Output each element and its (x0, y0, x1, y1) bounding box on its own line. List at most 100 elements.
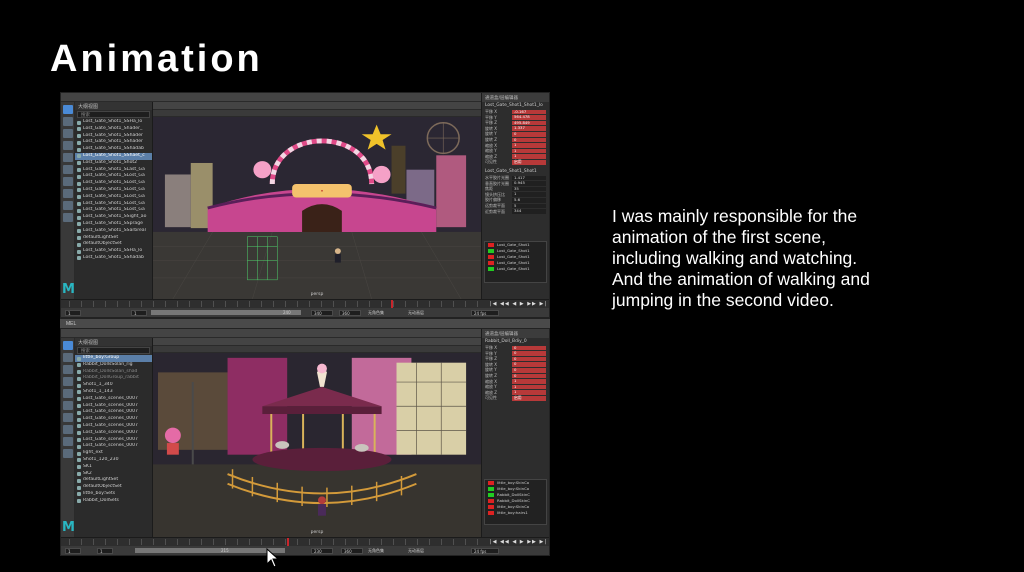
attribute-value[interactable]: 0 (512, 367, 546, 373)
outliner-item[interactable]: Shot1_120_230 (75, 457, 152, 464)
viewport-panel-bar[interactable] (153, 110, 481, 117)
outliner-item[interactable]: Shot1_1_340 (75, 382, 152, 389)
outliner-item[interactable]: Lost_Gate_Shot1_SLost_Ga (75, 187, 152, 194)
attribute-value[interactable]: 启用 (512, 395, 546, 401)
time-slider[interactable]: |◀ ◀◀ ◀ ▶ ▶▶ ▶| (61, 537, 549, 546)
outliner-item[interactable]: SK2 (75, 471, 152, 478)
fps-dropdown[interactable]: 24 fps (471, 309, 499, 316)
layer-color-swatch[interactable] (488, 493, 494, 497)
attribute-row[interactable]: 可见性 启用 (482, 159, 549, 165)
layout-single-icon[interactable] (63, 177, 73, 186)
outliner-item[interactable]: Lost_Gate_scenes_0007 (75, 403, 152, 410)
outliner-item[interactable]: Lost_Gate_scenes_0007 (75, 430, 152, 437)
paint-tool-icon[interactable] (63, 365, 73, 374)
outliner-item[interactable]: Lost_Gate_Shot1_SSHa_lo (75, 248, 152, 255)
attribute-value[interactable]: 0 (512, 356, 546, 362)
viewport-panel[interactable]: persp (153, 338, 481, 537)
menu-bar[interactable] (61, 93, 549, 102)
attribute-value[interactable]: 0 (512, 345, 546, 351)
outliner-item[interactable]: Lost_Gate_Shot1_Shot2 (75, 160, 152, 167)
outliner-item[interactable]: Lost_Gate_Shot1_SLost_Ga (75, 173, 152, 180)
outliner-item[interactable]: Lost_Gate_Shot1_SShadab (75, 255, 152, 262)
outliner-item[interactable]: Lost_Gate_Shot1_SShader (75, 139, 152, 146)
layout-single-icon[interactable] (63, 413, 73, 422)
attribute-value[interactable]: 0 (512, 351, 546, 356)
outliner-item[interactable]: Lost_Gate_scenes_0007 (75, 396, 152, 403)
layer-color-swatch[interactable] (488, 511, 494, 515)
animation-end-field[interactable]: 360 (341, 547, 363, 554)
outliner-item[interactable]: Lost_Gate_Shot1_SSprage (75, 221, 152, 228)
outliner-item[interactable]: Lost_Gate_scenes_0007 (75, 443, 152, 450)
outliner-item[interactable]: Lost_Gate_Shot1_SLost_Ga (75, 194, 152, 201)
channel-box-tabs[interactable]: 通道盒/层编辑器 (482, 329, 549, 338)
outliner-search-input[interactable]: 搜索 (77, 347, 150, 354)
outliner-item[interactable]: Lost_Gate_Shot1_SSarbreal (75, 228, 152, 235)
range-end-field[interactable]: 340 (311, 309, 333, 316)
anim-layer-label[interactable]: 无动画层 (406, 548, 438, 554)
outliner-item[interactable]: defaultLightSet (75, 235, 152, 242)
outliner-item[interactable]: defaultLightSet (75, 477, 152, 484)
range-start-field[interactable]: 1 (65, 547, 81, 554)
attribute-row[interactable]: 可见性 启用 (482, 395, 549, 401)
outliner-layout-icon[interactable] (63, 449, 73, 458)
playhead[interactable] (391, 300, 393, 308)
mel-command-line[interactable]: MEL (60, 318, 550, 328)
outliner-item[interactable]: Rabbit_DollsSolan_rig (75, 362, 152, 369)
attribute-value[interactable]: 0 (512, 373, 546, 379)
layer-color-swatch[interactable] (488, 481, 494, 485)
outliner-item[interactable]: Lost_Gate_Shot1_SLost_Ga (75, 180, 152, 187)
select-tool-icon[interactable] (63, 105, 73, 114)
move-tool-icon[interactable] (63, 377, 73, 386)
attribute-value[interactable]: 1 (512, 379, 546, 384)
scale-tool-icon[interactable] (63, 165, 73, 174)
attribute-value[interactable]: 0 (512, 131, 546, 137)
layer-color-swatch[interactable] (488, 505, 494, 509)
range-slider-bar[interactable] (135, 548, 285, 553)
fps-dropdown[interactable]: 24 fps (471, 547, 499, 554)
outliner-item[interactable]: light_ext (75, 450, 152, 457)
attribute-value[interactable]: 344 (512, 208, 546, 214)
layer-color-swatch[interactable] (488, 261, 494, 265)
outliner-item[interactable]: Rabbit_DollGroup_rabbit (75, 375, 152, 382)
outliner-item[interactable]: SK1 (75, 464, 152, 471)
lasso-tool-icon[interactable] (63, 117, 73, 126)
outliner-item[interactable]: Lost_Gate_Shot1_SShaet_c (75, 152, 152, 160)
animation-start-field[interactable]: 1 (97, 547, 113, 554)
outliner-item[interactable]: Rabbit_DollsSolan_shad (75, 369, 152, 376)
channel-box-tabs[interactable]: 通道盒/层编辑器 (482, 93, 549, 102)
move-tool-icon[interactable] (63, 141, 73, 150)
layer-color-swatch[interactable] (488, 499, 494, 503)
outliner-item[interactable]: Lost_Gate_Shot1_SShadab (75, 146, 152, 153)
select-tool-icon[interactable] (63, 341, 73, 350)
attribute-value[interactable]: 启用 (512, 159, 546, 165)
layout-four-icon[interactable] (63, 189, 73, 198)
viewport-panel[interactable]: · persp (153, 102, 481, 299)
layer-row[interactable]: little_boy:hairs1 (485, 510, 546, 516)
attribute-value[interactable]: 0 (512, 137, 546, 143)
outliner-item[interactable]: Lost_Gate_scenes_0007 (75, 409, 152, 416)
rotate-tool-icon[interactable] (63, 389, 73, 398)
character-set-label[interactable]: 无角色集 (366, 310, 398, 316)
anim-layer-label[interactable]: 无动画层 (406, 310, 438, 316)
outliner-item[interactable]: Shot1_1_143 (75, 389, 152, 396)
outliner-item[interactable]: Lost_Gate_scenes_0007 (75, 437, 152, 444)
range-end-field[interactable]: 230 (311, 547, 333, 554)
playback-controls[interactable]: |◀ ◀◀ ◀ ▶ ▶▶ ▶| (490, 539, 547, 545)
outliner-search-input[interactable]: 搜索 (77, 111, 150, 118)
viewport-toolbar[interactable] (153, 102, 481, 110)
layer-color-swatch[interactable] (488, 255, 494, 259)
attribute-value[interactable]: 5.6 (512, 197, 546, 203)
outliner-item[interactable]: little_boy:Group (75, 355, 152, 362)
menu-bar[interactable] (61, 329, 549, 338)
layer-color-swatch[interactable] (488, 243, 494, 247)
lasso-tool-icon[interactable] (63, 353, 73, 362)
outliner-item[interactable]: Lost_Gate_scenes_0007 (75, 416, 152, 423)
layer-color-swatch[interactable] (488, 249, 494, 253)
range-slider[interactable]: 1 1 240 340 360 无角色集 无动画层 24 fps (61, 308, 549, 317)
time-slider[interactable]: |◀ ◀◀ ◀ ▶ ▶▶ ▶| (61, 299, 549, 308)
outliner-layout-icon[interactable] (63, 213, 73, 222)
rotate-tool-icon[interactable] (63, 153, 73, 162)
attribute-row[interactable]: 近剪裁平面 344 (482, 208, 549, 215)
range-start-field[interactable]: 1 (65, 309, 81, 316)
outliner-item[interactable]: Lost_Gate_Shot1_SShader (75, 133, 152, 140)
